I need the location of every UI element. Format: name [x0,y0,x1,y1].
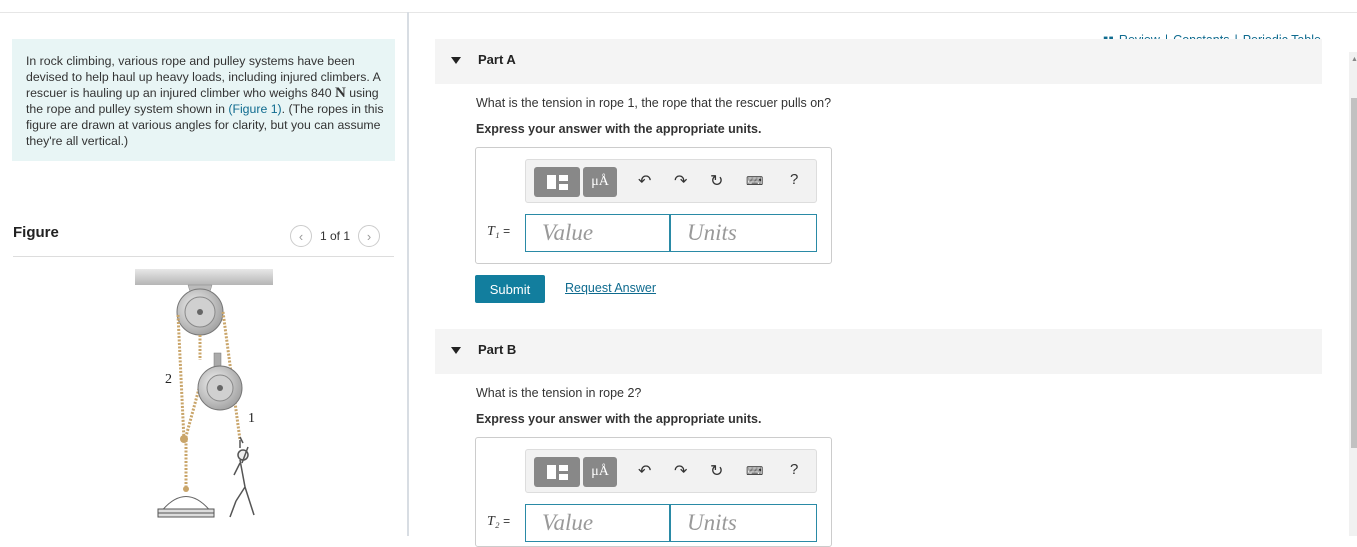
intro-text: In rock climbing, various rope and pulle… [26,54,381,100]
figure-heading: Figure [13,224,59,241]
reset-icon[interactable]: ↻ [710,461,723,481]
redo-icon[interactable]: ↷ [674,461,687,481]
submit-button[interactable]: Submit [475,275,545,303]
chevron-right-icon: › [366,228,372,244]
template-icon [546,175,556,189]
template-icon [546,465,556,479]
rescuer-figure [229,436,255,518]
chevron-left-icon: ‹ [298,228,304,244]
part-a-title: Part A [478,52,516,67]
units-input[interactable]: Units [670,504,817,542]
help-button[interactable]: ? [790,171,798,188]
request-answer-link[interactable]: Request Answer [565,281,656,295]
ceiling [135,269,273,285]
units-input[interactable]: Units [670,214,817,252]
math-toolbar: μÅ ↶ ↷ ↻ ⌨ ? [525,159,817,203]
rope-2-label: 2 [165,372,172,387]
keyboard-icon[interactable]: ⌨ [746,464,763,478]
part-b-answer-box: μÅ ↶ ↷ ↻ ⌨ ? T₂ = Value Units [475,437,832,547]
templates-button[interactable] [534,167,580,197]
part-b-title: Part B [478,342,517,357]
t1-label: T₁ = [487,224,511,239]
templates-button[interactable] [534,457,580,487]
units-button[interactable]: μÅ [583,167,617,197]
undo-icon[interactable]: ↶ [638,171,651,191]
reset-icon[interactable]: ↻ [710,171,723,191]
math-toolbar: μÅ ↶ ↷ ↻ ⌨ ? [525,449,817,493]
next-figure-button[interactable]: › [358,225,381,247]
scrollbar-thumb[interactable] [1351,98,1357,448]
help-button[interactable]: ? [790,461,798,478]
panel-divider[interactable] [407,12,409,536]
undo-icon[interactable]: ↶ [638,461,651,481]
pulley-figure: 2 1 [135,269,273,518]
part-b-instructions: Express your answer with the appropriate… [476,412,762,426]
part-b-question: What is the tension in rope 2? [476,386,642,400]
part-a-header[interactable]: Part A [435,39,1322,84]
scroll-up-icon[interactable]: ▲ [1351,56,1357,63]
redo-icon[interactable]: ↷ [674,171,687,191]
keyboard-icon[interactable]: ⌨ [746,174,763,188]
problem-intro: In rock climbing, various rope and pulle… [12,39,395,161]
t2-label: T₂ = [487,514,511,529]
weight-unit: N [334,85,346,101]
figure-divider [13,256,394,257]
units-button[interactable]: μÅ [583,457,617,487]
prev-figure-button[interactable]: ‹ [290,225,312,247]
top-border [0,12,1357,13]
collapse-triangle-icon[interactable] [451,57,461,64]
part-b-header[interactable]: Part B [435,329,1322,374]
figure-page-count: 1 of 1 [320,229,351,243]
part-a-instructions: Express your answer with the appropriate… [476,122,762,136]
part-a-question: What is the tension in rope 1, the rope … [476,96,832,110]
rope-1-label: 1 [248,411,255,426]
value-input[interactable]: Value [525,214,670,252]
value-input[interactable]: Value [525,504,670,542]
figure-link[interactable]: (Figure 1) [228,102,281,116]
collapse-triangle-icon[interactable] [451,347,461,354]
figure-pager: ‹ 1 of 1 › [290,225,381,247]
part-a-answer-box: μÅ ↶ ↷ ↻ ⌨ ? T₁ = Value Units [475,147,832,264]
